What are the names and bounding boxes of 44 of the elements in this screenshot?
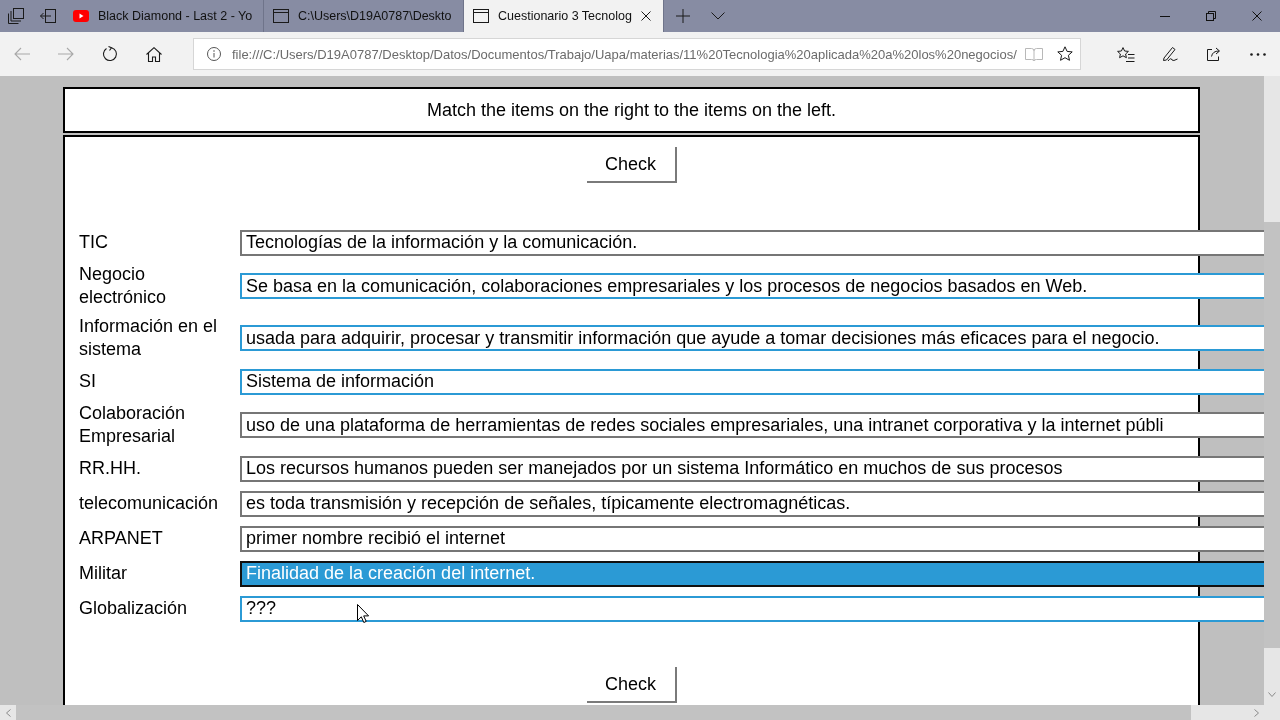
close-icon[interactable]	[641, 11, 651, 21]
term-label: Información en el sistema	[79, 315, 219, 361]
scrollbar-thumb[interactable]	[1264, 222, 1280, 648]
term-label: SI	[79, 370, 97, 393]
window-icon	[473, 9, 489, 23]
play-logo-icon	[73, 10, 89, 22]
answer-dropdown[interactable]: Tecnologías de la información y la comunicación.	[240, 229, 1264, 256]
term-label: RR.HH.	[79, 457, 142, 480]
instructions-banner: Match the items on the right to the items on the left.	[63, 87, 1200, 133]
term-label: telecomunicación	[79, 492, 220, 515]
answer-dropdown[interactable]: primer nombre recibió el internet	[240, 525, 1264, 552]
close-icon[interactable]	[1252, 11, 1262, 21]
pen-icon[interactable]	[1162, 46, 1178, 62]
window-icon	[273, 9, 289, 23]
term-label: TIC	[79, 231, 109, 254]
answer-dropdown[interactable]: uso de una plataforma de herramientas de redes sociales empresariales, una intranet corporativa y la internet públi	[240, 412, 1264, 438]
arrow-box-icon[interactable]	[40, 9, 56, 23]
share-icon[interactable]	[1206, 46, 1222, 62]
mouse-cursor-icon	[357, 604, 369, 623]
answer-dropdown[interactable]: Sistema de información	[240, 368, 1264, 395]
address-field[interactable]: file:///C:/Users/D19A0787/Desktop/Datos/Documentos/Trabajo/Uapa/materias/11%20Tecnologia%20aplicada%20a%20los%20negocios/	[193, 38, 1081, 70]
favorites-list-icon[interactable]	[1117, 46, 1135, 62]
refresh-icon[interactable]	[102, 46, 118, 62]
term-label: Negocio electrónico	[79, 263, 168, 309]
check-button[interactable]: Check	[586, 667, 677, 703]
browser-tab[interactable]: Cuestionario 3 Tecnolog	[464, 0, 664, 32]
more-icon[interactable]	[1250, 52, 1266, 56]
term-label: Colaboración Empresarial	[79, 402, 187, 448]
restore-icon[interactable]	[1206, 11, 1216, 21]
info-icon[interactable]	[207, 47, 221, 61]
answer-dropdown[interactable]: es toda transmisión y recepción de señales, típicamente electromagnéticas.	[240, 490, 1264, 517]
answer-dropdown[interactable]: Se basa en la comunicación, colaboraciones empresariales y los procesos de negocios basados en Web.	[240, 273, 1264, 299]
check-button[interactable]: Check	[586, 147, 677, 183]
chevron-down-icon[interactable]	[711, 12, 725, 20]
answer-dropdown[interactable]: Los recursos humanos pueden ser manejados por un sistema Informático en muchos de sus procesos	[240, 455, 1264, 482]
star-icon[interactable]	[1057, 46, 1073, 62]
answer-dropdown[interactable]: usada para adquirir, procesar y transmitir información que ayude a tomar decisiones más eficaces para el negocio.	[240, 325, 1264, 351]
home-icon[interactable]	[146, 46, 162, 62]
answer-dropdown[interactable]: ???	[240, 595, 1264, 622]
term-label: ARPANET	[79, 527, 164, 550]
minimize-icon[interactable]	[1160, 15, 1170, 17]
term-label: Militar	[79, 562, 128, 585]
term-label: Globalización	[79, 597, 189, 620]
stacked-windows-icon[interactable]	[8, 8, 24, 24]
